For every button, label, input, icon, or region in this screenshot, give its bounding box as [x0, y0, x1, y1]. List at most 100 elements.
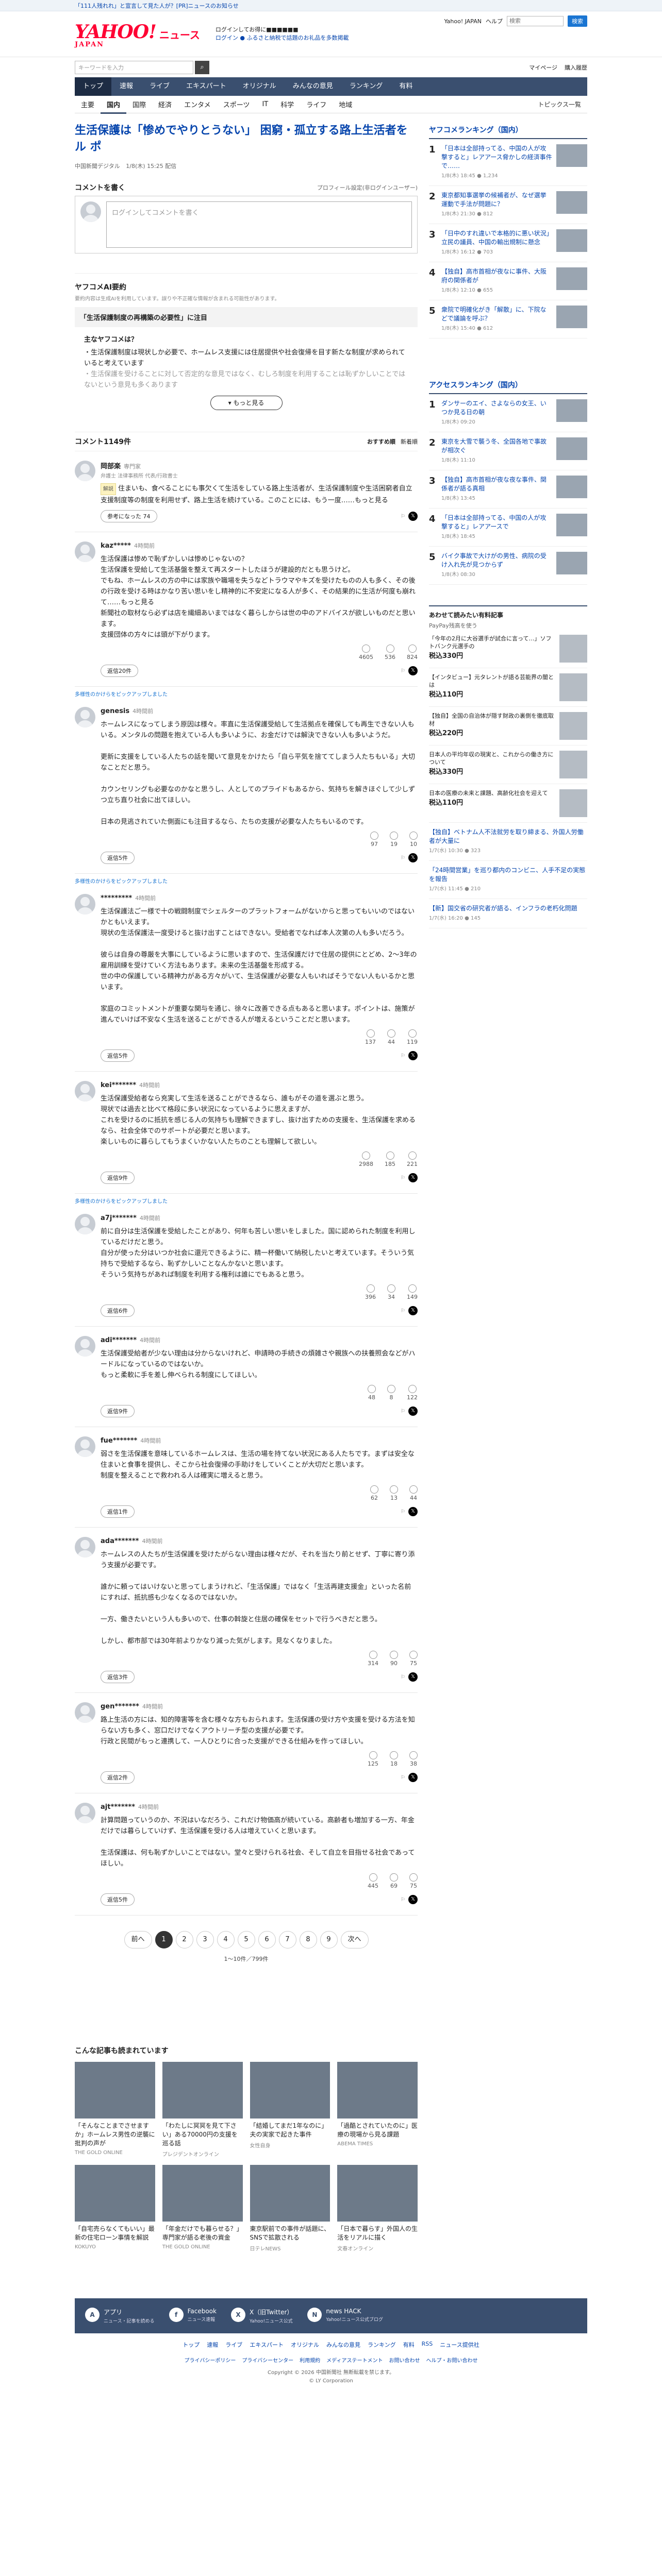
- category-tab[interactable]: エンタメ: [178, 99, 217, 109]
- reaction-button[interactable]: 125: [368, 1751, 378, 1767]
- commenter-name[interactable]: 岡部楽 専門家: [101, 461, 418, 470]
- ranking-item[interactable]: 1 ダンサーのエイ、さよならの女王、いつか見る日の朝 1/8(木) 09:20: [429, 394, 587, 432]
- replies-button[interactable]: 返信2件: [101, 1771, 135, 1784]
- comment-ranking-title[interactable]: ヤフコメランキング（国内）: [429, 125, 587, 139]
- commenter-avatar-icon[interactable]: [75, 541, 95, 562]
- share-x-icon[interactable]: 𝕏: [408, 666, 418, 675]
- recommended-card[interactable]: 「結婚してまだ1年なのに」夫の実家で起きた事件 女性自身: [250, 2062, 330, 2158]
- commenter-name[interactable]: fue******* 4時間前: [101, 1436, 418, 1445]
- ranking-thumbnail[interactable]: [556, 476, 587, 498]
- ranking-title[interactable]: 「日本は全部持ってる、中国の人が攻撃すると」レアアース脅かしの経済事件で…… 1/…: [441, 144, 552, 180]
- ranking-thumbnail[interactable]: [556, 267, 587, 290]
- footer-social-name[interactable]: X（旧Twitter）: [250, 2309, 293, 2316]
- reaction-button[interactable]: 44: [409, 1485, 418, 1501]
- paid-article-thumbnail[interactable]: [559, 635, 587, 663]
- commenter-name-text[interactable]: kei*******: [101, 1081, 136, 1089]
- commenter-avatar-icon[interactable]: [75, 1081, 95, 1101]
- recommended-image[interactable]: [162, 2165, 243, 2222]
- recommended-image[interactable]: [75, 2062, 155, 2119]
- ranking-thumbnail[interactable]: [556, 144, 587, 167]
- recommended-image[interactable]: [250, 2062, 330, 2119]
- ranking-thumbnail[interactable]: [556, 191, 587, 214]
- footer-social-item[interactable]: A アプリ ニュース・記事を読める: [85, 2308, 155, 2324]
- footer-link[interactable]: ライブ: [225, 2341, 242, 2349]
- category-tab[interactable]: 科学: [274, 99, 300, 109]
- reaction-button[interactable]: 119: [407, 1029, 418, 1045]
- pager-page[interactable]: 7: [278, 1931, 296, 1948]
- footer-link-secondary[interactable]: プライバシーセンター: [242, 2356, 293, 2364]
- footer-social-item[interactable]: X X（旧Twitter） Yahoo!ニュース公式: [230, 2308, 293, 2324]
- nav-tab[interactable]: オリジナル: [235, 77, 285, 96]
- share-x-icon[interactable]: 𝕏: [408, 1173, 418, 1182]
- recommended-image[interactable]: [162, 2062, 243, 2119]
- commenter-name[interactable]: kaz***** 4時間前: [101, 541, 418, 550]
- commenter-avatar-icon[interactable]: [75, 894, 95, 914]
- recommended-card[interactable]: 「自宅売らなくてもいい」最新の住宅ローン事情を解説 KOKUYO: [75, 2165, 155, 2252]
- paid-article-title[interactable]: 【インタビュー】元タレントが語る芸能界の闇とは: [429, 673, 555, 689]
- recommended-image[interactable]: [337, 2062, 418, 2119]
- help-link[interactable]: ヘルプ: [486, 17, 503, 25]
- report-icon[interactable]: ⚐: [401, 1308, 405, 1314]
- commenter-name-text[interactable]: genesis: [101, 707, 129, 715]
- recommended-card[interactable]: 東京駅前での事件が話題に、SNSで拡散される 日テレNEWS: [250, 2165, 330, 2252]
- commenter-avatar-icon[interactable]: [75, 1336, 95, 1357]
- topics-list-link[interactable]: トピックス一覧: [532, 100, 587, 109]
- reaction-button[interactable]: 34: [387, 1284, 395, 1300]
- replies-button[interactable]: 返信5件: [101, 1893, 135, 1906]
- footer-social-name[interactable]: Facebook: [188, 2308, 217, 2315]
- footer-social-name[interactable]: アプリ: [104, 2309, 122, 2316]
- reaction-button[interactable]: 2988: [359, 1151, 373, 1167]
- ranking-title-text[interactable]: 東京を大雪で襲う冬、全国各地で事故が相次ぐ: [441, 438, 547, 454]
- footer-link[interactable]: RSS: [422, 2341, 433, 2349]
- share-x-icon[interactable]: 𝕏: [408, 1895, 418, 1904]
- pager-page[interactable]: 9: [320, 1931, 338, 1948]
- report-icon[interactable]: ⚐: [401, 1509, 405, 1515]
- paid-article-item[interactable]: 【独自】全国の自治体が隠す財政の裏側を徹底取材 税込220円: [429, 707, 587, 745]
- ranking-title-text[interactable]: 衆院で明確化がき「解散」に、下院などで議論を呼ぶ？: [441, 306, 547, 322]
- ranking-item[interactable]: 5 衆院で明確化がき「解散」に、下院などで議論を呼ぶ？ 1/8(木) 15:40 ●…: [429, 300, 587, 338]
- commenter-name-text[interactable]: gen*******: [101, 1703, 139, 1710]
- share-x-icon[interactable]: 𝕏: [408, 1773, 418, 1782]
- footer-social-item[interactable]: Nnews HACK Yahoo!ニュース公式ブログ: [307, 2308, 383, 2324]
- related-news-title[interactable]: 【独自】ベトナム人不法就労を取り締まる、外国人労働者が大量に: [429, 828, 584, 844]
- pager-page[interactable]: 8: [299, 1931, 317, 1948]
- reaction-button[interactable]: 13: [390, 1485, 398, 1501]
- commenter-name-text[interactable]: ajt*******: [101, 1803, 135, 1811]
- footer-link[interactable]: エキスパート: [250, 2341, 284, 2349]
- ranking-thumbnail[interactable]: [556, 514, 587, 536]
- commenter-avatar-icon[interactable]: [75, 1537, 95, 1557]
- category-tab[interactable]: 経済: [152, 99, 178, 109]
- reaction-button[interactable]: 137: [365, 1029, 376, 1045]
- recommended-card-title[interactable]: 「そんなことまでさせますか」ホームレス男性の逆襲に批判の声が: [75, 2122, 155, 2148]
- paid-article-thumbnail[interactable]: [559, 751, 587, 778]
- paid-article-item[interactable]: 日本人の平均年収の現実と、これからの働き方について 税込330円: [429, 745, 587, 784]
- ranking-title-text[interactable]: ダンサーのエイ、さよならの女王、いつか見る日の朝: [441, 400, 547, 416]
- ai-more-button[interactable]: ▾ もっと見る: [210, 396, 283, 410]
- reaction-button[interactable]: 396: [365, 1284, 376, 1300]
- footer-link[interactable]: オリジナル: [291, 2341, 319, 2349]
- commenter-avatar-icon[interactable]: [75, 707, 95, 727]
- ranking-title[interactable]: 衆院で明確化がき「解散」に、下院などで議論を呼ぶ？ 1/8(木) 15:40 ● …: [441, 306, 552, 333]
- commenter-name-text[interactable]: 岡部楽: [101, 463, 121, 470]
- ranking-thumbnail[interactable]: [556, 229, 587, 252]
- reaction-button[interactable]: 69: [390, 1873, 398, 1889]
- ranking-title[interactable]: 「日本は全部持ってる、中国の人が攻撃すると」レアアースで 1/8(木) 18:45: [441, 514, 552, 541]
- commenter-name[interactable]: adi******* 4時間前: [101, 1336, 418, 1344]
- paid-article-thumbnail[interactable]: [559, 712, 587, 740]
- footer-link[interactable]: 速報: [207, 2341, 218, 2349]
- paid-article-title[interactable]: 「今年の2月に大谷選手が試合に言って…」ソフトバンク元選手の: [429, 635, 555, 650]
- my-page-link[interactable]: マイページ: [529, 63, 557, 72]
- reaction-button[interactable]: 10: [409, 832, 418, 848]
- report-icon[interactable]: ⚐: [401, 1897, 405, 1903]
- reaction-button[interactable]: 48: [368, 1385, 376, 1401]
- related-news-item[interactable]: 「24時間営業」を巡り都内のコンビニ、人手不足の実態を報告 1/7(水) 11:4…: [429, 861, 587, 899]
- recommended-image[interactable]: [337, 2165, 418, 2222]
- recommended-card-title[interactable]: 「年金だけでも暮らせる？」専門家が語る老後の資金: [162, 2225, 243, 2242]
- footer-link[interactable]: みんなの意見: [326, 2341, 360, 2349]
- footer-link[interactable]: トップ: [183, 2341, 200, 2349]
- category-tab[interactable]: 国際: [126, 99, 152, 109]
- commenter-name-text[interactable]: *********: [101, 894, 132, 902]
- pager-prev[interactable]: 前へ: [124, 1931, 152, 1948]
- related-news-item[interactable]: 【独自】ベトナム人不法就労を取り締まる、外国人労働者が大量に 1/7(水) 10:…: [429, 823, 587, 861]
- category-tab[interactable]: 主要: [75, 99, 101, 109]
